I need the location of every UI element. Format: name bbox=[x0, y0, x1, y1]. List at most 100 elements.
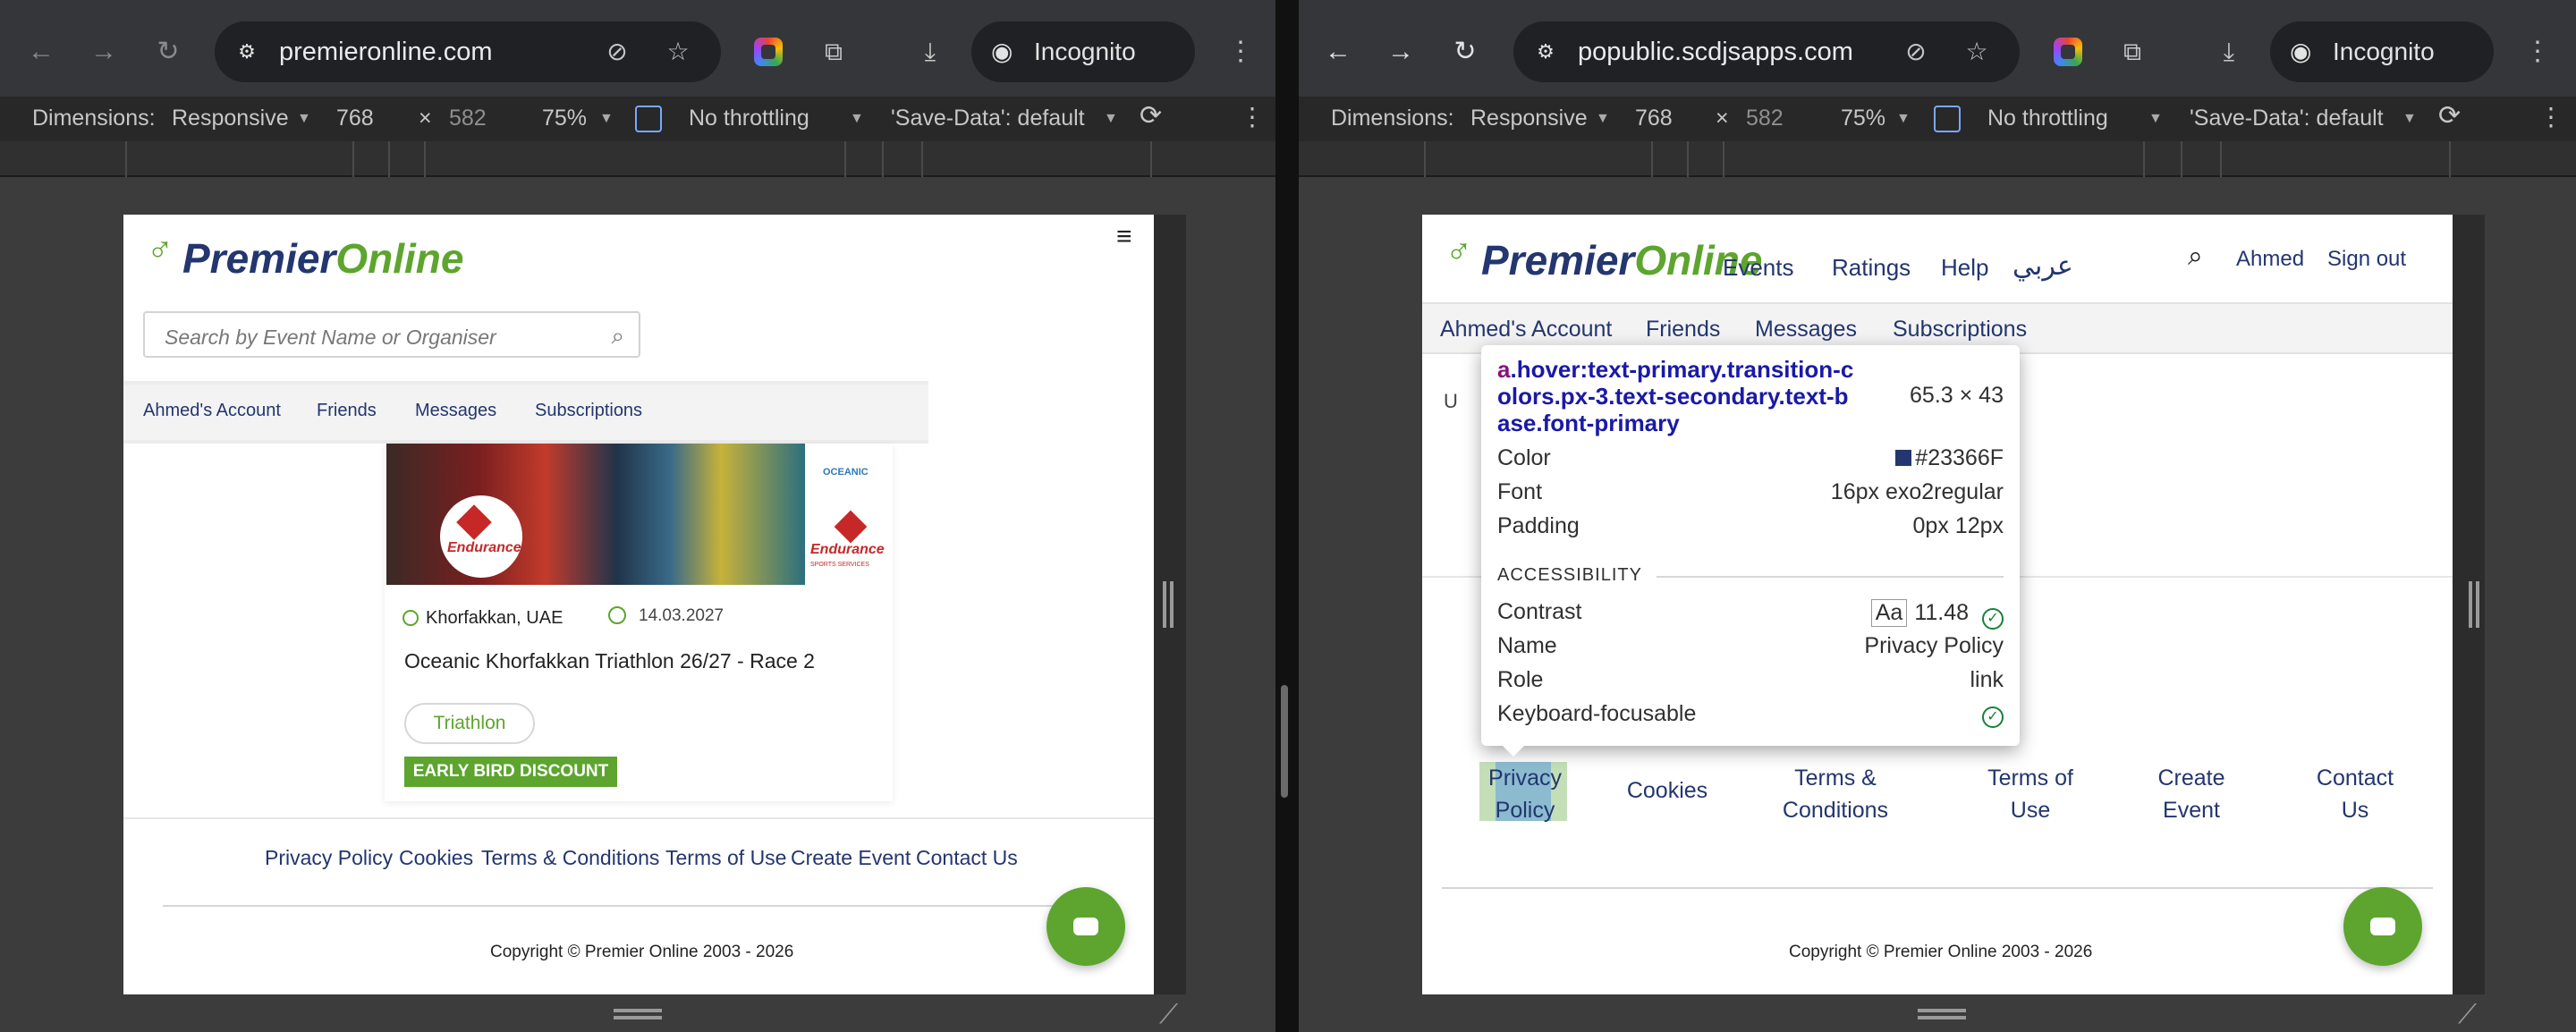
user-name-link[interactable]: Ahmed bbox=[2236, 247, 2304, 272]
subnav-friends[interactable]: Friends bbox=[317, 401, 377, 421]
save-data-select[interactable]: 'Save-Data': default bbox=[2190, 106, 2384, 131]
zoom-select[interactable]: 75% bbox=[1841, 106, 1885, 131]
nav-help[interactable]: Help bbox=[1941, 254, 1988, 282]
inspect-icon[interactable] bbox=[635, 106, 662, 132]
kebab-menu-icon[interactable]: ⋮ bbox=[1240, 102, 1265, 131]
subnav-friends[interactable]: Friends bbox=[1646, 317, 1720, 343]
resize-corner-icon[interactable]: ⟋ bbox=[2458, 1000, 2477, 1030]
media-query-ruler[interactable] bbox=[0, 141, 1275, 177]
subnav-subscriptions[interactable]: Subscriptions bbox=[535, 401, 642, 421]
inspect-icon[interactable] bbox=[1934, 106, 1961, 132]
back-arrow-icon[interactable]: ← bbox=[1320, 34, 1356, 70]
tooltip-value: Aa 11.48 ✓ bbox=[1870, 599, 2004, 630]
chat-bubble-icon[interactable] bbox=[2343, 887, 2422, 966]
width-input[interactable]: 768 bbox=[336, 106, 374, 131]
footer-link-cookies[interactable]: Cookies bbox=[399, 846, 473, 870]
address-bar[interactable]: ⚙ premieronline.com ⊘ ☆ bbox=[215, 21, 721, 82]
url-text[interactable]: premieronline.com bbox=[279, 38, 493, 67]
forward-arrow-icon[interactable]: → bbox=[86, 34, 122, 70]
hamburger-menu-icon[interactable]: ≡ bbox=[1116, 222, 1136, 252]
save-data-select[interactable]: 'Save-Data': default bbox=[891, 106, 1085, 131]
footer-link-contact-us[interactable]: Contact Us bbox=[916, 846, 1018, 870]
sport-tag[interactable]: Triathlon bbox=[404, 703, 535, 744]
resize-corner-icon[interactable]: ⟋ bbox=[1159, 1000, 1178, 1030]
reload-icon[interactable]: ↻ bbox=[1447, 34, 1483, 70]
kebab-menu-icon[interactable]: ⋮ bbox=[2524, 34, 2551, 70]
footer-link-contact-us[interactable]: Contact Us bbox=[2306, 762, 2404, 826]
eye-off-icon[interactable]: ⊘ bbox=[1900, 36, 1932, 68]
throttling-select[interactable]: No throttling bbox=[1987, 106, 2108, 131]
url-text[interactable]: popublic.scdjsapps.com bbox=[1578, 38, 1853, 67]
resize-handle-right[interactable] bbox=[2469, 581, 2472, 628]
footer-link-line: Use bbox=[2010, 798, 2051, 823]
subnav-accounts[interactable]: Ahmed's Account bbox=[1440, 317, 1612, 343]
rotate-device-icon[interactable]: ⟳ bbox=[2438, 100, 2461, 131]
throttling-select[interactable]: No throttling bbox=[689, 106, 809, 131]
download-icon[interactable]: ⤓ bbox=[2211, 34, 2247, 70]
star-icon[interactable]: ☆ bbox=[662, 36, 694, 68]
footer-link-terms-of-use[interactable]: Terms of Use bbox=[665, 846, 786, 870]
resize-handle-bottom[interactable] bbox=[614, 1009, 662, 1012]
back-arrow-icon[interactable]: ← bbox=[23, 34, 59, 70]
eye-off-icon[interactable]: ⊘ bbox=[601, 36, 633, 68]
copyright-text: Copyright © Premier Online 2003 - 2026 bbox=[1789, 943, 2093, 961]
footer-link-terms-of-use[interactable]: Terms of Use bbox=[1977, 762, 2084, 826]
subnav-subscriptions[interactable]: Subscriptions bbox=[1893, 317, 2027, 343]
height-input[interactable]: 582 bbox=[449, 106, 487, 131]
nav-ratings[interactable]: Ratings bbox=[1832, 254, 1911, 282]
star-icon[interactable]: ☆ bbox=[1961, 36, 1993, 68]
footer-link-terms-conditions[interactable]: Terms & Conditions bbox=[1764, 762, 1907, 826]
search-icon[interactable]: ⌕ bbox=[2188, 241, 2203, 272]
search-input[interactable]: Search by Event Name or Organiser ⌕ bbox=[143, 311, 640, 358]
download-icon[interactable]: ⤓ bbox=[912, 34, 948, 70]
site-info-icon[interactable]: ⚙ bbox=[231, 36, 263, 68]
resize-handle-right[interactable] bbox=[1170, 581, 1174, 628]
site-info-icon[interactable]: ⚙ bbox=[1530, 36, 1562, 68]
puzzle-extensions-icon[interactable]: ⧉ bbox=[2114, 34, 2150, 70]
kebab-menu-icon[interactable]: ⋮ bbox=[1227, 34, 1254, 70]
footer-link-cookies[interactable]: Cookies bbox=[1614, 778, 1721, 804]
device-mode-select[interactable]: Responsive bbox=[1470, 106, 1588, 131]
footer-link-terms-conditions[interactable]: Terms & Conditions bbox=[481, 846, 659, 870]
puzzle-extensions-icon[interactable]: ⧉ bbox=[816, 34, 852, 70]
address-bar[interactable]: ⚙ popublic.scdjsapps.com ⊘ ☆ bbox=[1513, 21, 2020, 82]
width-input[interactable]: 768 bbox=[1635, 106, 1673, 131]
language-toggle[interactable]: عربي bbox=[2012, 250, 2073, 282]
color-extension-icon[interactable] bbox=[2054, 38, 2082, 66]
resize-handle-bottom[interactable] bbox=[1918, 1016, 1966, 1019]
footer-link-line: Policy bbox=[1495, 798, 1555, 823]
kebab-menu-icon[interactable]: ⋮ bbox=[2538, 102, 2563, 131]
resize-handle-bottom[interactable] bbox=[1918, 1009, 1966, 1012]
footer-link-create-event[interactable]: Create Event bbox=[791, 846, 911, 870]
device-mode-select[interactable]: Responsive bbox=[172, 106, 289, 131]
color-extension-icon[interactable] bbox=[754, 38, 783, 66]
zoom-select[interactable]: 75% bbox=[542, 106, 587, 131]
resize-handle-right[interactable] bbox=[2476, 581, 2479, 628]
height-input[interactable]: 582 bbox=[1746, 106, 1784, 131]
sign-out-link[interactable]: Sign out bbox=[2327, 247, 2406, 272]
chat-bubble-icon[interactable] bbox=[1046, 887, 1125, 966]
contrast-sample: Aa bbox=[1870, 599, 1908, 627]
incognito-button[interactable]: ◉ Incognito (2) bbox=[971, 21, 1195, 126]
site-logo[interactable]: ♂ PremierOnline bbox=[1445, 231, 1762, 284]
resize-handle-right[interactable] bbox=[1163, 581, 1166, 628]
footer-link-privacy[interactable]: Privacy Policy bbox=[1483, 762, 1567, 826]
media-query-ruler[interactable] bbox=[1299, 141, 2576, 177]
tooltip-class-line: .hover:text-primary.transition-c bbox=[1510, 356, 1854, 383]
search-icon[interactable]: ⌕ bbox=[611, 322, 624, 351]
subnav-accounts[interactable]: Ahmed's Account bbox=[143, 401, 281, 421]
footer-link-create-event[interactable]: Create Event bbox=[2145, 762, 2238, 826]
footer-link-privacy[interactable]: Privacy Policy bbox=[265, 846, 393, 870]
forward-arrow-icon[interactable]: → bbox=[1383, 34, 1419, 70]
subnav-messages[interactable]: Messages bbox=[1755, 317, 1857, 343]
reload-icon[interactable]: ↻ bbox=[150, 34, 186, 70]
rotate-device-icon[interactable]: ⟳ bbox=[1140, 100, 1162, 131]
window-split-handle[interactable] bbox=[1281, 685, 1288, 798]
nav-events[interactable]: Events bbox=[1723, 254, 1794, 282]
resize-handle-bottom[interactable] bbox=[614, 1016, 662, 1019]
subnav-messages[interactable]: Messages bbox=[415, 401, 496, 421]
incognito-button[interactable]: ◉ Incognito (2) bbox=[2270, 21, 2494, 126]
site-logo[interactable]: ♂ PremierOnline bbox=[147, 229, 463, 283]
event-title[interactable]: Oceanic Khorfakkan Triathlon 26/27 - Rac… bbox=[404, 649, 815, 673]
event-card[interactable]: Endurance OCEANIC Endurance SPORTS SERVI… bbox=[385, 444, 893, 801]
